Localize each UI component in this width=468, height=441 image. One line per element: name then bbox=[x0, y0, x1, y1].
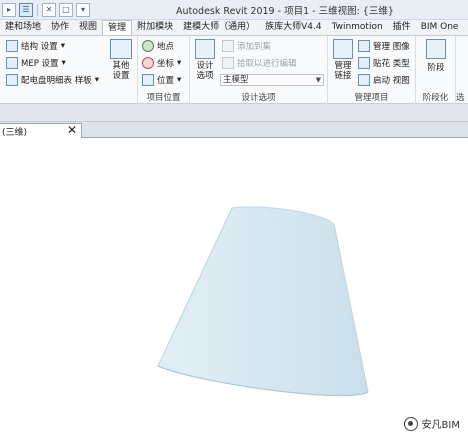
starting-view-label: 启动 视图 bbox=[373, 76, 410, 86]
panel-phasing: 阶段 阶段化 bbox=[416, 36, 456, 104]
chevron-down-icon: ▾ bbox=[61, 58, 66, 68]
decal-types-label: 贴花 类型 bbox=[373, 59, 410, 69]
close-icon[interactable]: ✕ bbox=[67, 123, 77, 137]
tab-add-ins[interactable]: 附加模块 bbox=[132, 20, 178, 35]
coordinates-icon bbox=[142, 57, 154, 69]
decal-types-icon bbox=[358, 57, 370, 69]
ribbon-tabs: 建和场地 协作 视图 管理 附加模块 建模大师（通用） 族库大师V4.4 Twi… bbox=[0, 20, 468, 36]
manage-links-label: 管理 链接 bbox=[334, 61, 352, 81]
design-options-icon bbox=[195, 39, 215, 59]
coordinates-button[interactable]: 坐标 ▾ bbox=[142, 57, 181, 69]
chevron-down-icon: ▾ bbox=[177, 58, 182, 68]
panel-design-options: 设计 选项 添加到集 拾取以进行编辑 主模型 ▼ 设计选项 bbox=[190, 36, 328, 104]
panel-schedule-templates-button[interactable]: 配电盘明细表 样板 ▾ bbox=[6, 74, 99, 86]
coordinates-label: 坐标 bbox=[157, 59, 175, 69]
tab-family-library[interactable]: 族库大师V4.4 bbox=[260, 20, 326, 35]
design-options-label: 设计 选项 bbox=[196, 61, 214, 81]
position-label: 位置 bbox=[157, 76, 175, 86]
manage-images-icon bbox=[358, 40, 370, 52]
tab-plugins[interactable]: 插件 bbox=[388, 20, 416, 35]
chevron-down-icon: ▾ bbox=[94, 75, 99, 85]
additional-settings-label: 其他 设置 bbox=[112, 61, 130, 81]
decal-types-button[interactable]: 贴花 类型 bbox=[358, 57, 410, 69]
tab-collaborate[interactable]: 协作 bbox=[46, 20, 74, 35]
thin-lines-icon[interactable]: ☰ bbox=[19, 3, 33, 17]
mep-settings-button[interactable]: MEP 设置 ▾ bbox=[6, 57, 66, 69]
window-title: Autodesk Revit 2019 - 项目1 - 三维视图: {三维} bbox=[176, 6, 394, 17]
structural-settings-button[interactable]: 结构 设置 ▾ bbox=[6, 40, 65, 52]
phases-label: 阶段 bbox=[427, 63, 445, 73]
wrench-icon bbox=[110, 39, 132, 59]
position-icon bbox=[142, 74, 154, 86]
pick-to-edit-icon bbox=[222, 57, 234, 69]
add-to-set-button[interactable]: 添加到集 bbox=[222, 40, 271, 52]
quick-access-toolbar: ▸ ☰ ✕ □ ▾ bbox=[2, 2, 90, 18]
panel-schedule-icon bbox=[6, 74, 18, 86]
starting-view-icon bbox=[358, 74, 370, 86]
switch-windows-icon[interactable]: □ bbox=[59, 3, 73, 17]
panel-settings: 结构 设置 ▾ MEP 设置 ▾ 配电盘明细表 样板 ▾ 其他 设置 bbox=[0, 36, 138, 104]
tab-twinmotion[interactable]: Twinmotion bbox=[327, 20, 388, 35]
manage-images-button[interactable]: 管理 图像 bbox=[358, 40, 410, 52]
chevron-down-icon: ▾ bbox=[60, 41, 65, 51]
wechat-icon bbox=[403, 416, 418, 431]
tab-bim-one[interactable]: BIM One bbox=[416, 20, 464, 35]
active-design-option-value: 主模型 bbox=[223, 75, 249, 85]
panel-selection-truncated: 选 bbox=[456, 36, 468, 104]
chevron-down-icon: ▾ bbox=[177, 75, 182, 85]
view-tab-bar: (三维) ✕ bbox=[0, 122, 468, 138]
starting-view-button[interactable]: 启动 视图 bbox=[358, 74, 410, 86]
panel-title-selection: 选 bbox=[456, 93, 465, 103]
chevron-down-icon: ▼ bbox=[315, 76, 321, 84]
additional-settings-button[interactable]: 其他 设置 bbox=[106, 39, 136, 81]
toolbar-separator bbox=[37, 4, 38, 16]
manage-links-button[interactable]: 管理 链接 bbox=[330, 39, 356, 81]
watermark-text: 安凡BIM bbox=[421, 420, 460, 431]
manage-links-icon bbox=[333, 39, 353, 59]
globe-icon bbox=[142, 40, 154, 52]
options-bar bbox=[0, 104, 468, 122]
title-bar: ▸ ☰ ✕ □ ▾ Autodesk Revit 2019 - 项目1 - 三维… bbox=[0, 0, 468, 20]
close-hidden-icon[interactable]: ✕ bbox=[42, 3, 56, 17]
structure-settings-icon bbox=[6, 40, 18, 52]
panel-schedule-label: 配电盘明细表 样板 bbox=[21, 76, 92, 86]
panel-title-manage-project: 管理项目 bbox=[354, 93, 389, 103]
design-options-button[interactable]: 设计 选项 bbox=[192, 39, 218, 81]
open-icon[interactable]: ▸ bbox=[2, 3, 16, 17]
tab-view[interactable]: 视图 bbox=[74, 20, 102, 35]
tab-manage[interactable]: 管理 bbox=[102, 20, 133, 35]
phases-button[interactable]: 阶段 bbox=[422, 39, 450, 73]
location-button[interactable]: 地点 bbox=[142, 40, 174, 52]
view-tab-3d[interactable]: (三维) ✕ bbox=[0, 123, 82, 138]
panel-title-phasing: 阶段化 bbox=[422, 93, 449, 103]
panel-title-design-options: 设计选项 bbox=[241, 93, 276, 103]
active-design-option-select[interactable]: 主模型 ▼ bbox=[220, 74, 324, 86]
phases-icon bbox=[426, 39, 446, 59]
pick-to-edit-label: 拾取以进行编辑 bbox=[237, 59, 297, 69]
panel-title-project-location: 项目位置 bbox=[146, 93, 181, 103]
customize-toolbar-icon[interactable]: ▾ bbox=[76, 3, 90, 17]
add-to-set-label: 添加到集 bbox=[237, 42, 272, 52]
location-label: 地点 bbox=[157, 42, 175, 52]
position-button[interactable]: 位置 ▾ bbox=[142, 74, 181, 86]
tab-massing-site[interactable]: 建和场地 bbox=[0, 20, 46, 35]
truncated-cone-shape[interactable] bbox=[0, 138, 468, 441]
3d-view-canvas[interactable]: 安凡BIM bbox=[0, 138, 468, 441]
structural-settings-label: 结构 设置 bbox=[21, 42, 58, 52]
ribbon: 结构 设置 ▾ MEP 设置 ▾ 配电盘明细表 样板 ▾ 其他 设置 地点 坐标… bbox=[0, 36, 468, 104]
watermark: 安凡BIM bbox=[403, 416, 460, 431]
mep-settings-label: MEP 设置 bbox=[21, 59, 59, 69]
add-to-set-icon bbox=[222, 40, 234, 52]
pick-to-edit-button[interactable]: 拾取以进行编辑 bbox=[222, 57, 297, 69]
mep-settings-icon bbox=[6, 57, 18, 69]
panel-manage-project: 管理 链接 管理 图像 贴花 类型 启动 视图 管理项目 bbox=[328, 36, 416, 104]
manage-images-label: 管理 图像 bbox=[373, 42, 410, 52]
view-tab-label: (三维) bbox=[2, 128, 28, 138]
tab-modeling-master[interactable]: 建模大师（通用） bbox=[178, 20, 260, 35]
panel-project-location: 地点 坐标 ▾ 位置 ▾ 项目位置 bbox=[138, 36, 190, 104]
